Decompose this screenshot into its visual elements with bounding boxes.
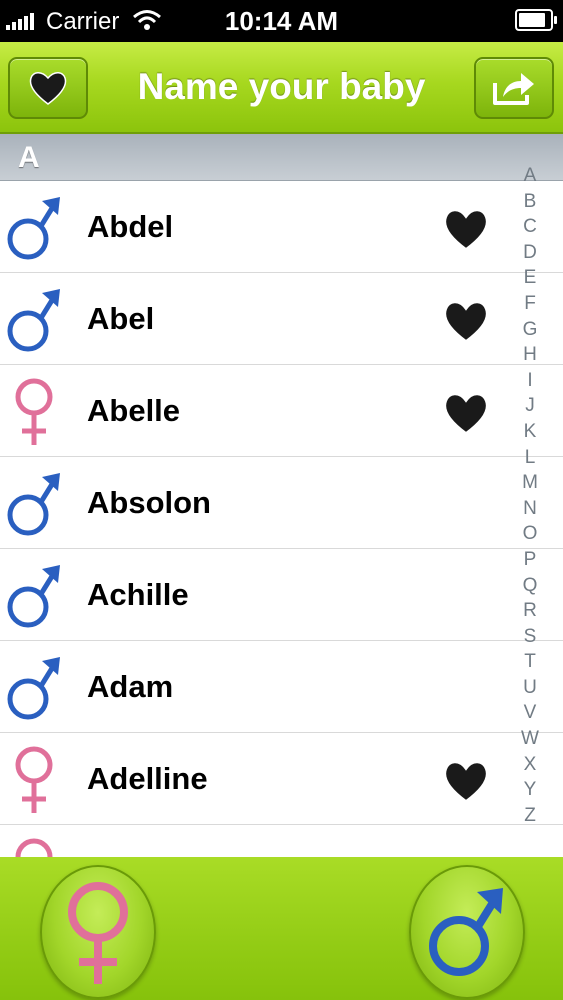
- share-icon: [493, 73, 534, 105]
- index-letter[interactable]: L: [518, 445, 542, 471]
- male-symbol-icon: [7, 657, 60, 720]
- index-letter[interactable]: I: [518, 368, 542, 394]
- index-letter[interactable]: X: [518, 752, 542, 778]
- index-letter[interactable]: P: [518, 547, 542, 573]
- share-button[interactable]: [474, 57, 554, 119]
- name-list[interactable]: Abdel Abel Abelle Absolon Achille Adam Adellin…: [0, 181, 563, 857]
- list-item[interactable]: Absolon: [0, 457, 563, 549]
- index-letter[interactable]: Z: [518, 803, 542, 829]
- female-symbol-icon: [15, 838, 53, 857]
- battery-icon: [515, 9, 557, 31]
- male-symbol-icon: [7, 197, 60, 260]
- baby-name: Abel: [87, 301, 155, 336]
- baby-name: Abdel: [87, 209, 174, 244]
- index-letter[interactable]: R: [518, 598, 542, 624]
- baby-name: Abelle: [87, 393, 181, 428]
- male-symbol-icon: [429, 888, 503, 976]
- female-symbol-icon: [15, 378, 53, 445]
- female-symbol-icon: [68, 882, 128, 984]
- favorite-heart-icon[interactable]: [442, 297, 490, 345]
- favorite-heart-icon[interactable]: [442, 389, 490, 437]
- index-letter[interactable]: M: [518, 470, 542, 496]
- index-letter[interactable]: Y: [518, 777, 542, 803]
- alphabet-index[interactable]: ABCDEFGHIJKLMNOPQRSTUVWXYZ: [518, 163, 542, 828]
- list-item[interactable]: Abel: [0, 273, 563, 365]
- male-symbol-icon: [7, 473, 60, 536]
- baby-name: Adelline: [87, 761, 208, 796]
- index-letter[interactable]: G: [518, 317, 542, 343]
- index-letter[interactable]: A: [518, 163, 542, 189]
- index-letter[interactable]: H: [518, 342, 542, 368]
- list-item[interactable]: Adam: [0, 641, 563, 733]
- index-letter[interactable]: C: [518, 214, 542, 240]
- favorite-heart-icon[interactable]: [442, 757, 490, 805]
- baby-name: Achille: [87, 577, 189, 612]
- clock: 10:14 AM: [224, 6, 339, 36]
- index-letter[interactable]: Q: [518, 573, 542, 599]
- index-letter[interactable]: E: [518, 265, 542, 291]
- male-symbol-icon: [7, 289, 60, 352]
- index-letter[interactable]: F: [518, 291, 542, 317]
- boys-filter-button[interactable]: [409, 865, 525, 999]
- index-letter[interactable]: O: [518, 521, 542, 547]
- section-header: A: [0, 134, 563, 181]
- baby-name: Adam: [87, 669, 174, 704]
- nav-bar: Name your baby: [0, 42, 563, 134]
- list-item[interactable]: Abelle: [0, 365, 563, 457]
- index-letter[interactable]: N: [518, 496, 542, 522]
- baby-name: Absolon: [87, 485, 211, 520]
- female-symbol-icon: [15, 746, 53, 813]
- list-item[interactable]: [0, 825, 563, 857]
- index-letter[interactable]: S: [518, 624, 542, 650]
- index-letter[interactable]: U: [518, 675, 542, 701]
- section-letter: A: [18, 141, 40, 174]
- status-bar: Carrier 10:14 AM: [0, 0, 563, 42]
- index-letter[interactable]: B: [518, 189, 542, 215]
- list-item[interactable]: Abdel: [0, 181, 563, 273]
- index-letter[interactable]: J: [518, 393, 542, 419]
- list-item[interactable]: Achille: [0, 549, 563, 641]
- favorite-heart-icon[interactable]: [442, 205, 490, 253]
- list-item[interactable]: Adelline: [0, 733, 563, 825]
- index-letter[interactable]: K: [518, 419, 542, 445]
- index-letter[interactable]: T: [518, 649, 542, 675]
- index-letter[interactable]: V: [518, 700, 542, 726]
- girls-filter-button[interactable]: [40, 865, 156, 999]
- bottom-bar: [0, 857, 563, 1000]
- index-letter[interactable]: W: [518, 726, 542, 752]
- male-symbol-icon: [7, 565, 60, 628]
- index-letter[interactable]: D: [518, 240, 542, 266]
